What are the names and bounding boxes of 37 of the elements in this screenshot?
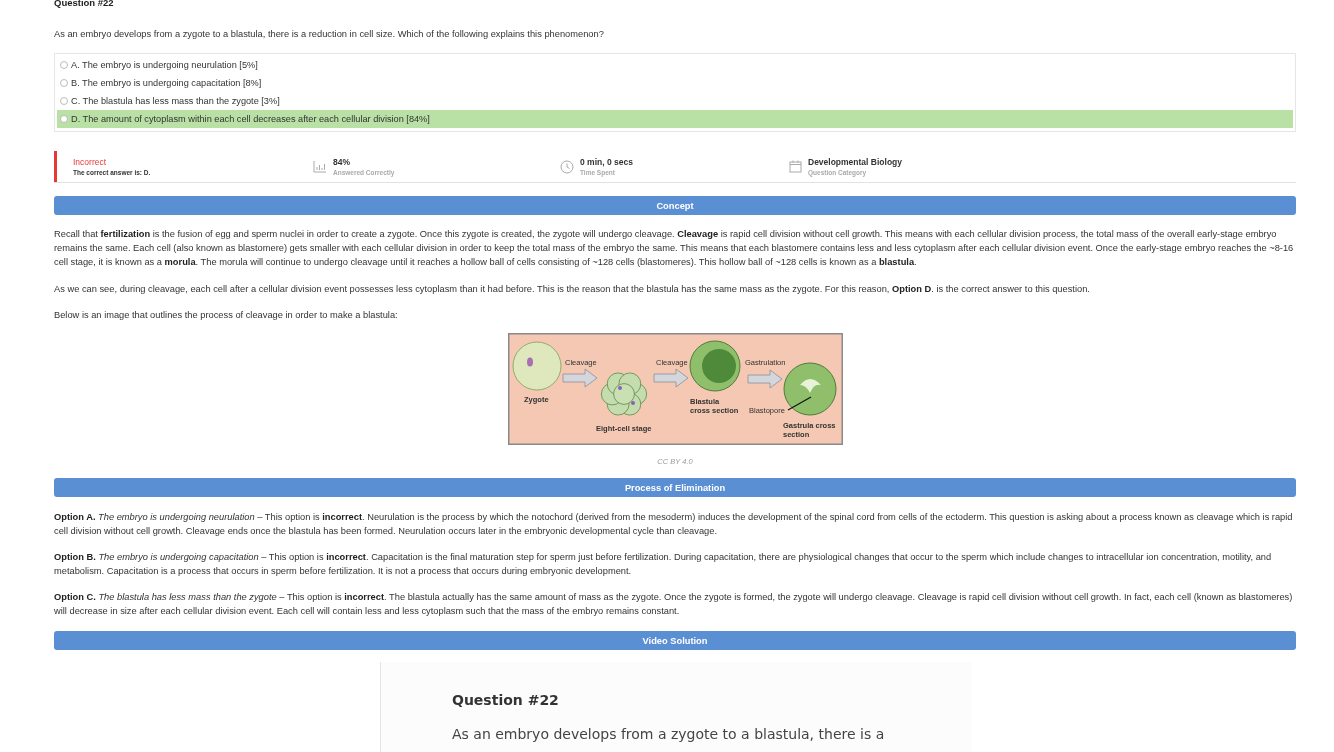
leader-line: [786, 396, 812, 411]
radio-button[interactable]: [60, 79, 68, 87]
stat-value: 0 min, 0 secs: [580, 157, 633, 167]
blastula-drawing: [689, 340, 740, 392]
answer-option[interactable]: A. The embryo is undergoing neurulation [5%]: [57, 56, 1293, 74]
paragraph: Below is an image that outlines the process of cleavage in order to make a blastula:: [54, 309, 399, 322]
stat-value: Incorrect: [73, 157, 108, 167]
correct-answer-option[interactable]: D. The amount of cytoplasm within each cell decreases after each cellular division [84%]: [57, 110, 1293, 128]
stat-value: Developmental Biology: [808, 157, 902, 167]
bar-chart-icon: [313, 160, 327, 173]
arrow-icon: [653, 368, 688, 388]
eight-cell-embryo-drawing: [600, 372, 647, 416]
calendar-icon: [789, 160, 802, 173]
answer-option[interactable]: C. The blastula has less mass than the zygote [3%]: [57, 92, 1293, 110]
video-question-text: As an embryo develops from a zygote to a blastula, there is a: [452, 726, 886, 742]
paragraph: Option B. The embryo is undergoing capacitation – This option is incorrect. Capacitation is the final maturation step for sperm just before fertilization. During capacitation, there are physiological changes that occur to the sperm which include changes to intracellular ion concentration, motility, and metabolism. Capacitation is a process that occurs in sperm before fertilization. It is not a process that occurs during embryonic development.: [54, 551, 1273, 578]
paragraph: As we can see, during cleavage, each cell after a cellular division event possesses less cytoplasm than it had before. This is the reason that the blastula has the same mass as the zygote. For this reason, Option D. is the correct answer to this question.: [54, 283, 1091, 296]
question-title: Question #22: [54, 0, 115, 9]
stat-value: 84%: [333, 157, 351, 167]
answer-option[interactable]: B. The embryo is undergoing capacitation [8%]: [57, 74, 1293, 92]
radio-button[interactable]: [60, 61, 68, 69]
paragraph: Option A. The embryo is undergoing neurulation – This option is incorrect. Neurulation is the process by which the notochord (derived from the mesoderm) induces the development of the spinal cord from cells of the ectoderm. This question is asking about a process known as cleavage which is rapid cell division without cell growth. Cleavage ends once the blastula has been formed. Neurulation occurs later in the embryonic developmental cycle than cleavage.: [54, 511, 1294, 538]
radio-button[interactable]: [60, 97, 68, 105]
paragraph: Recall that fertilization is the fusion of egg and sperm nuclei in order to create a zygote. Once this zygote is created, the zygote will undergo cleavage. Cleavage is rapid cell division without cell growth. This means with each cellular division process, the total mass of the overall early-stage embryo remains the same. Each cell (also known as blastomere) gets smaller with each cellular division in order to keep the total mass of the embryo the same. This means that each blastomere contains less and less cytoplasm after each cellular division event. Once the early-stage embryo reaches the ~8-16 cell stage, it is known as a morula. The morula will continue to undergo cleavage until it reaches a hollow ball of cells consisting of ~128 cells (blastomeres). This hollow ball of ~128 cells is known as a blastula.: [54, 228, 1295, 269]
clock-icon: [560, 159, 574, 174]
status-bar: [54, 151, 57, 182]
gastrula-drawing: [783, 362, 836, 416]
section-header: Process of Elimination: [54, 478, 1296, 497]
radio-button[interactable]: [60, 115, 68, 123]
arrow-icon: [562, 368, 597, 388]
paragraph: Option C. The blastula has less mass than the zygote – This option is incorrect. The blastula actually has the same amount of mass as the zygote. Once the zygote is formed, the zygote will undergo cleavage. Cleavage is rapid cell division without cell growth. In fact, each cell (known as blastomeres) will decrease in size after each cellular division event. Each cell will contain less and less cytoplasm such that the mass of the embryo remains constant.: [54, 591, 1294, 618]
zygote-drawing: [512, 341, 561, 391]
arrow-icon: [747, 369, 782, 389]
question-text: As an embryo develops from a zygote to a blastula, there is a reduction in cell size. Which of the following explains this phenomenon?: [54, 28, 605, 40]
video-question-title: Question #22: [452, 692, 560, 708]
section-header: Video Solution: [54, 631, 1296, 650]
section-header: Concept: [54, 196, 1296, 215]
